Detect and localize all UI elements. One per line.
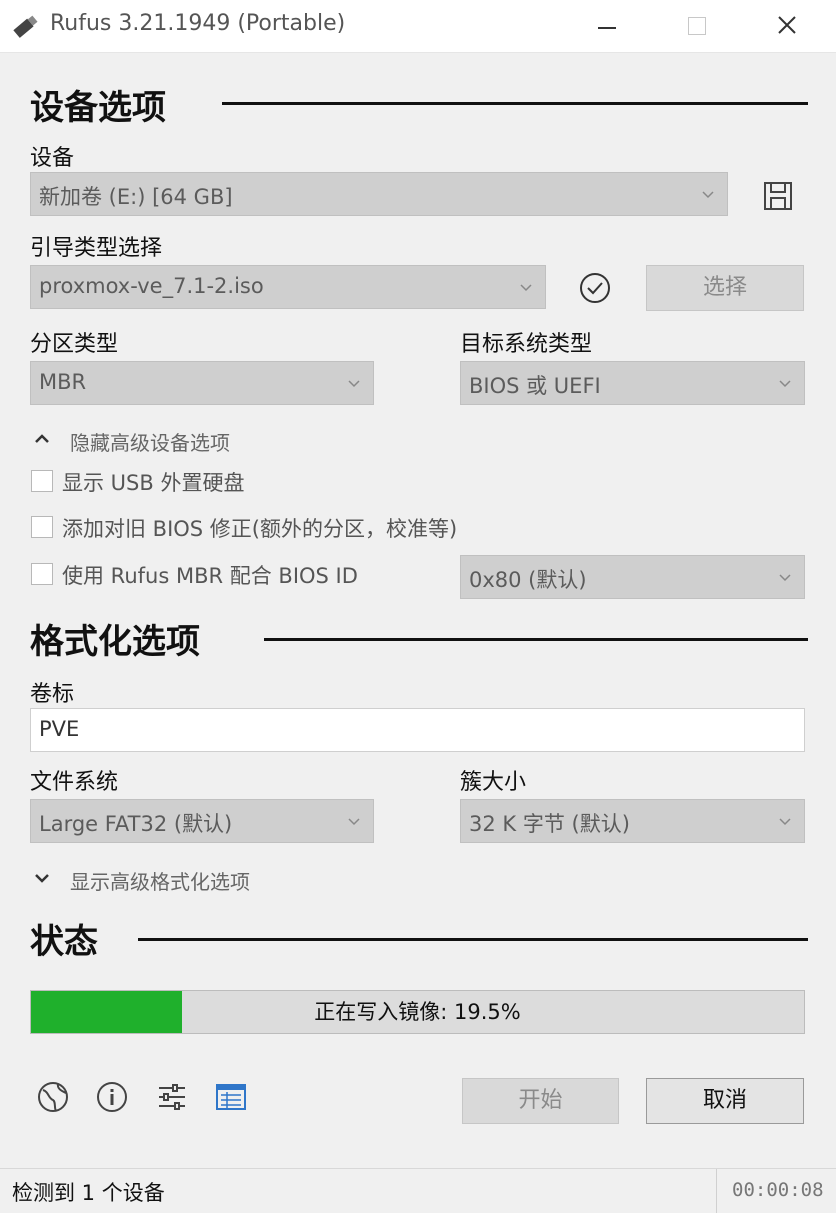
hide-advanced-device-toggle[interactable]: 隐藏高级设备选项 <box>34 427 334 455</box>
chevron-down-icon <box>520 284 532 292</box>
close-button[interactable] <box>742 0 832 52</box>
chevron-down-icon <box>779 818 791 826</box>
window-title: Rufus 3.21.1949 (Portable) <box>50 11 346 36</box>
file-system-select[interactable]: Large FAT32 (默认) <box>30 799 374 843</box>
old-bios-checkbox[interactable] <box>31 516 53 538</box>
hide-advanced-device-label: 隐藏高级设备选项 <box>70 431 230 455</box>
section-divider <box>138 938 808 941</box>
partition-scheme-value: MBR <box>39 370 87 394</box>
device-options-header: 设备选项 <box>30 88 166 128</box>
boot-selection-label: 引导类型选择 <box>30 236 163 261</box>
bios-id-value: 0x80 (默认) <box>469 568 587 592</box>
old-bios-label: 添加对旧 BIOS 修正(额外的分区，校准等) <box>62 517 458 541</box>
save-icon[interactable] <box>762 180 794 212</box>
chevron-down-icon <box>779 574 791 582</box>
start-button[interactable]: 开始 <box>462 1078 619 1124</box>
status-bar: 检测到 1 个设备 00:00:08 <box>0 1168 836 1213</box>
file-system-label: 文件系统 <box>30 770 119 795</box>
status-message: 检测到 1 个设备 <box>12 1181 165 1205</box>
cancel-button[interactable]: 取消 <box>646 1078 804 1124</box>
usb-drive-icon <box>13 15 38 38</box>
rufus-mbr-checkbox[interactable] <box>31 563 53 585</box>
select-button[interactable]: 选择 <box>646 265 804 311</box>
boot-selection-value: proxmox-ve_7.1-2.iso <box>39 274 264 298</box>
globe-icon[interactable] <box>36 1080 70 1114</box>
format-options-header: 格式化选项 <box>30 622 200 662</box>
title-bar: Rufus 3.21.1949 (Portable) <box>0 0 836 53</box>
chevron-down-icon <box>348 818 360 826</box>
show-advanced-format-toggle[interactable]: 显示高级格式化选项 <box>34 866 334 894</box>
status-header: 状态 <box>30 922 98 962</box>
log-icon[interactable] <box>214 1080 248 1114</box>
list-usb-checkbox[interactable] <box>31 470 53 492</box>
cluster-size-label: 簇大小 <box>460 770 527 795</box>
target-system-select[interactable]: BIOS 或 UEFI <box>460 361 805 405</box>
partition-scheme-select[interactable]: MBR <box>30 361 374 405</box>
file-system-value: Large FAT32 (默认) <box>39 812 233 836</box>
boot-selection-select[interactable]: proxmox-ve_7.1-2.iso <box>30 265 546 309</box>
show-advanced-format-label: 显示高级格式化选项 <box>70 870 250 894</box>
chevron-down-icon <box>702 191 714 199</box>
chevron-up-icon <box>35 434 49 443</box>
chevron-down-icon <box>35 874 49 883</box>
chevron-down-icon <box>779 380 791 388</box>
info-icon[interactable] <box>95 1080 129 1114</box>
target-system-label: 目标系统类型 <box>460 332 593 357</box>
section-divider <box>222 102 808 105</box>
cluster-size-value: 32 K 字节 (默认) <box>469 812 630 836</box>
chevron-down-icon <box>348 380 360 388</box>
list-usb-label: 显示 USB 外置硬盘 <box>62 471 245 495</box>
volume-label-value: PVE <box>39 717 80 741</box>
minimize-button[interactable] <box>560 0 650 52</box>
elapsed-timer: 00:00:08 <box>732 1179 824 1201</box>
volume-label-input[interactable]: PVE <box>30 708 805 752</box>
settings-icon[interactable] <box>155 1080 189 1114</box>
cluster-size-select[interactable]: 32 K 字节 (默认) <box>460 799 805 843</box>
target-system-value: BIOS 或 UEFI <box>469 374 601 398</box>
device-select[interactable]: 新加卷 (E:) [64 GB] <box>30 172 728 216</box>
progress-text: 正在写入镜像: 19.5% <box>314 1000 521 1024</box>
bios-id-select[interactable]: 0x80 (默认) <box>460 555 805 599</box>
volume-label-label: 卷标 <box>30 682 75 707</box>
maximize-button[interactable] <box>650 0 740 52</box>
status-separator <box>716 1169 717 1213</box>
rufus-mbr-label: 使用 Rufus MBR 配合 BIOS ID <box>62 564 358 588</box>
check-circle-icon[interactable] <box>578 271 612 305</box>
section-divider <box>264 638 808 641</box>
progress-bar: 正在写入镜像: 19.5% <box>30 990 805 1034</box>
device-label: 设备 <box>30 146 75 171</box>
partition-scheme-label: 分区类型 <box>30 332 119 357</box>
device-select-value: 新加卷 (E:) [64 GB] <box>39 185 233 209</box>
